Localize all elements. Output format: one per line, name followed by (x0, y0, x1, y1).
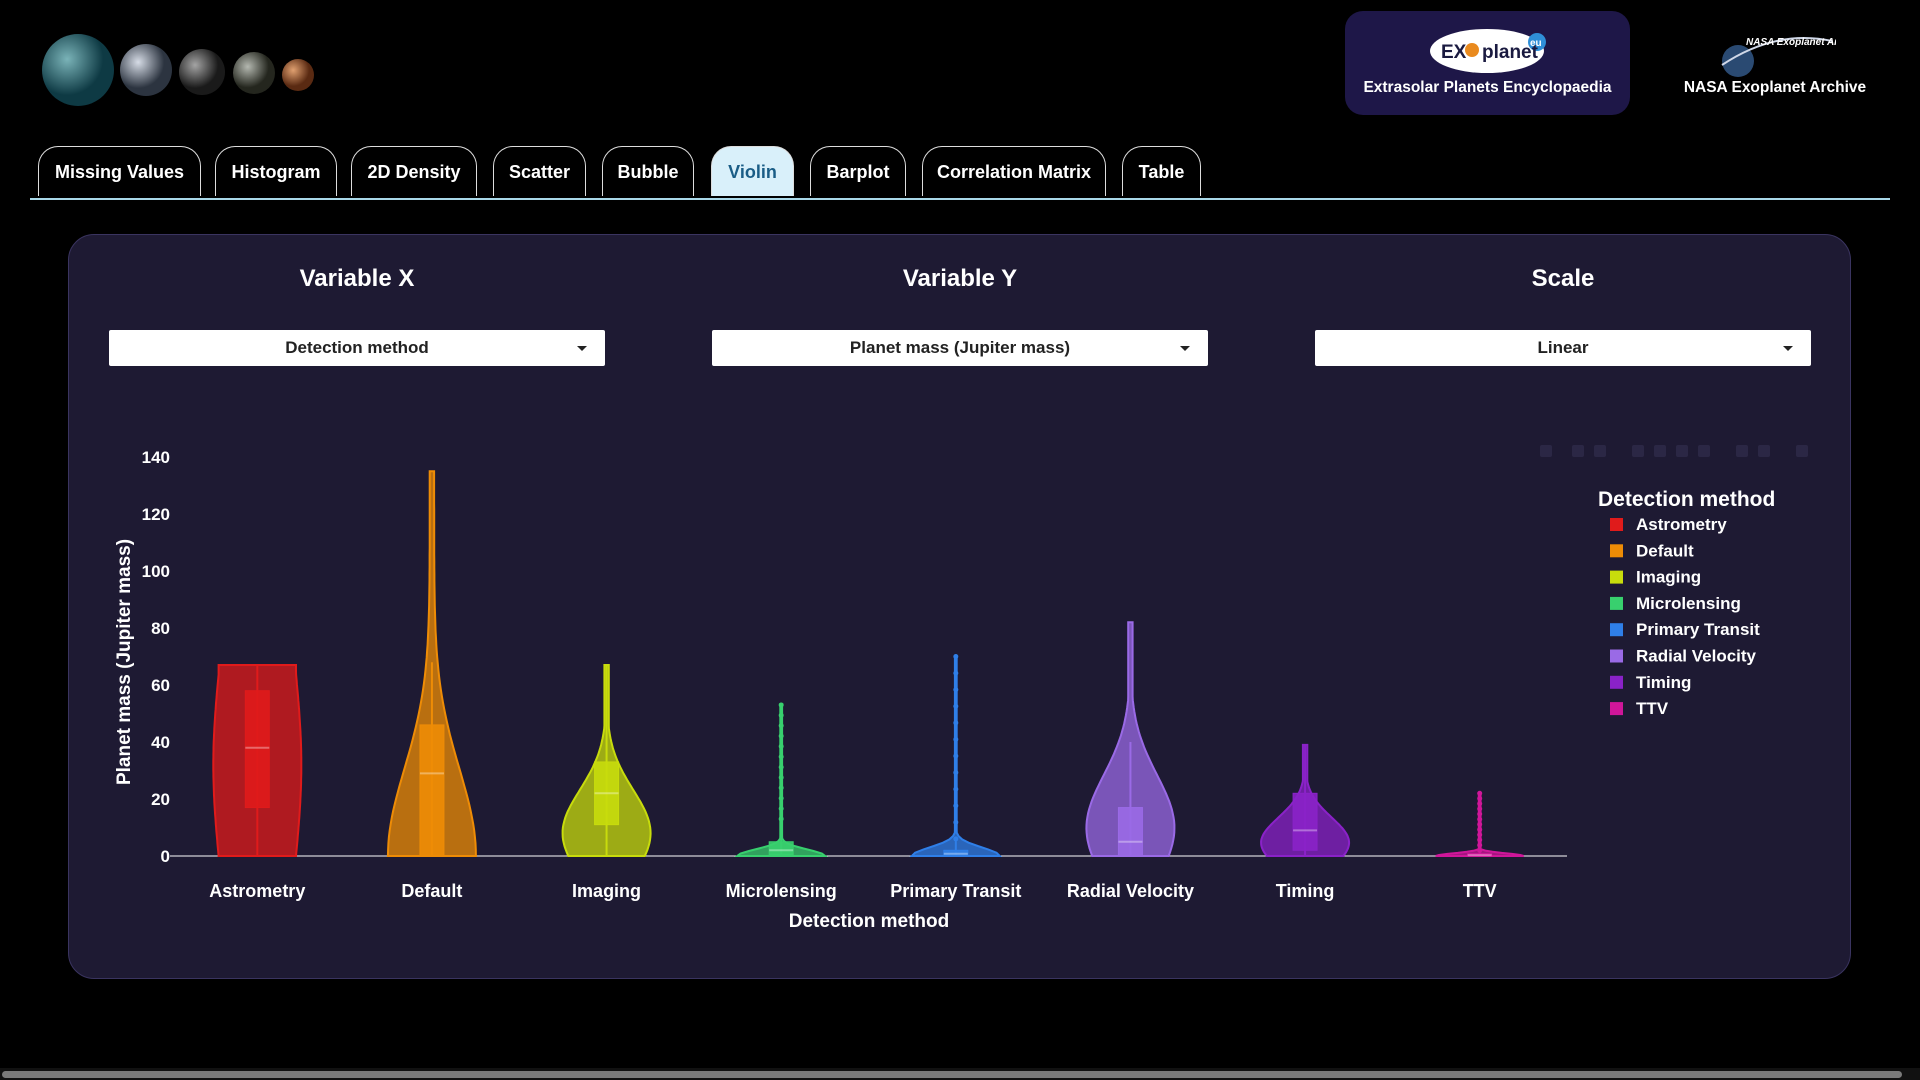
x-tick-label: Astrometry (209, 881, 305, 901)
legend-title: Detection method (1598, 488, 1775, 511)
outlier-point (953, 753, 959, 759)
outlier-point (953, 703, 959, 709)
y-tick-label: 120 (142, 505, 170, 524)
legend-swatch (1610, 544, 1623, 558)
outlier-point (778, 785, 784, 791)
box (768, 841, 794, 856)
outlier-point (1477, 801, 1483, 807)
outlier-point (778, 764, 784, 770)
outlier-point (778, 774, 784, 780)
outlier-point (778, 733, 784, 739)
chart-legend[interactable]: Detection method Astrometry Default Imagin… (1598, 488, 1775, 718)
legend-item[interactable]: Imaging (1610, 568, 1701, 587)
legend-item[interactable]: Astrometry (1610, 515, 1727, 534)
x-tick-label: Timing (1276, 881, 1335, 901)
x-axis-title: Detection method (789, 911, 949, 932)
violin-primary-transit[interactable] (909, 654, 1003, 857)
outlier-point (778, 702, 784, 708)
y-tick-label: 60 (151, 676, 170, 695)
legend-swatch (1610, 518, 1623, 531)
outlier-point (1477, 842, 1483, 848)
outlier-point (953, 836, 959, 842)
legend-swatch (1610, 675, 1623, 689)
legend-label: TTV (1636, 699, 1669, 718)
box (1117, 807, 1143, 857)
y-tick-label: 100 (142, 562, 170, 581)
legend-label: Radial Velocity (1636, 647, 1757, 666)
outlier-point (1477, 847, 1483, 853)
y-tick-label: 40 (151, 733, 170, 752)
violin-timing[interactable] (1260, 743, 1351, 857)
y-tick-label: 140 (142, 448, 170, 467)
legend-label: Timing (1636, 673, 1691, 692)
violin-ttv[interactable] (1435, 790, 1524, 857)
legend-label: Imaging (1636, 568, 1701, 587)
legend-label: Default (1636, 541, 1694, 560)
box (1292, 792, 1318, 851)
y-tick-label: 0 (161, 847, 170, 866)
legend-swatch (1610, 702, 1623, 716)
violin-astrometry[interactable] (212, 664, 303, 857)
legend-label: Microlensing (1636, 594, 1741, 613)
horizontal-scrollbar[interactable] (0, 1068, 1920, 1080)
y-axis-title: Planet mass (Jupiter mass) (114, 539, 135, 785)
outlier-point (1477, 795, 1483, 801)
legend-label: Primary Transit (1636, 620, 1760, 639)
outlier-point (778, 754, 784, 760)
box (244, 690, 270, 809)
outlier-point (953, 670, 959, 676)
outlier-point (778, 723, 784, 729)
x-tick-label: Primary Transit (890, 881, 1021, 901)
outlier-point (1477, 832, 1483, 838)
box (419, 724, 445, 857)
legend-item[interactable]: TTV (1610, 699, 1669, 718)
outlier-point (778, 816, 784, 822)
legend-item[interactable]: Default (1610, 541, 1694, 560)
legend-swatch (1610, 596, 1623, 610)
outlier-point (1477, 837, 1483, 843)
legend-label: Astrometry (1636, 515, 1727, 534)
violin-microlensing[interactable] (734, 702, 829, 857)
outlier-point (778, 806, 784, 812)
violin-chart: 0 20 40 60 80 100 120 140 Astrometry Default Imag… (114, 448, 1775, 932)
outlier-point (953, 786, 959, 792)
outlier-point (953, 654, 959, 659)
outlier-point (953, 736, 959, 742)
outlier-point (1477, 790, 1483, 796)
outlier-point (953, 803, 959, 809)
outlier-point (1477, 827, 1483, 833)
y-tick-label: 20 (151, 790, 170, 809)
outlier-point (1477, 821, 1483, 827)
legend-swatch (1610, 649, 1623, 663)
outlier-point (1477, 806, 1483, 812)
legend-item[interactable]: Microlensing (1610, 594, 1741, 613)
violin-radial-velocity[interactable] (1085, 621, 1176, 857)
x-tick-label: Microlensing (726, 881, 837, 901)
legend-swatch (1610, 570, 1623, 584)
legend-item[interactable]: Primary Transit (1610, 620, 1760, 639)
outlier-point (953, 819, 959, 825)
outlier-point (953, 720, 959, 726)
x-tick-label: Default (401, 881, 462, 901)
outlier-point (1477, 811, 1483, 817)
scrollbar-thumb[interactable] (2, 1071, 1902, 1078)
outlier-point (778, 743, 784, 749)
outlier-point (953, 687, 959, 693)
outlier-point (778, 712, 784, 718)
outlier-point (953, 770, 959, 776)
x-tick-label: Imaging (572, 881, 641, 901)
x-tick-label: TTV (1463, 881, 1497, 901)
violin-imaging[interactable] (561, 664, 652, 857)
outlier-point (1477, 816, 1483, 822)
violin-default[interactable] (386, 470, 477, 857)
legend-swatch (1610, 623, 1623, 637)
legend-item[interactable]: Radial Velocity (1610, 647, 1757, 666)
outlier-point (778, 795, 784, 801)
legend-item[interactable]: Timing (1610, 673, 1691, 692)
x-tick-label: Radial Velocity (1067, 881, 1194, 901)
y-tick-label: 80 (151, 619, 170, 638)
